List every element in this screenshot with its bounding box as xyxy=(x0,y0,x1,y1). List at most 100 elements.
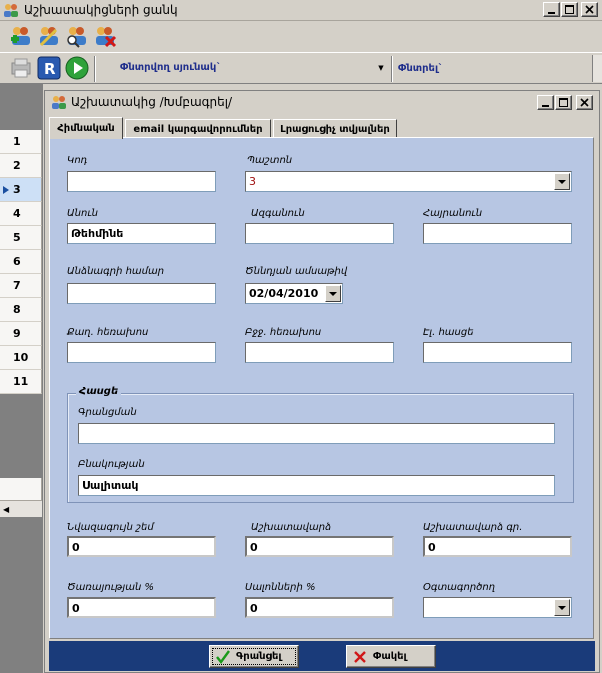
grid-row-number: 11 xyxy=(13,375,29,388)
users-app-icon xyxy=(51,94,67,110)
tab-email-settings[interactable]: email կարգավորումներ xyxy=(125,119,271,138)
grid-row-number: 9 xyxy=(13,327,21,340)
tab-main[interactable]: Հիմնական xyxy=(49,117,123,139)
window-titlebar: Աշխատակիցների ցանկ xyxy=(0,0,602,21)
sales-pct-field[interactable]: 0 xyxy=(245,597,394,618)
service-pct-label: Ծառայության % xyxy=(67,582,154,593)
grid-row-header[interactable]: 5 xyxy=(0,226,42,250)
minimize-icon xyxy=(542,105,549,107)
birth-date-picker[interactable]: 02/04/2010 xyxy=(245,283,343,304)
print-icon[interactable] xyxy=(10,57,32,79)
grid-row-header[interactable]: 1 xyxy=(0,130,42,154)
grid-row-header[interactable]: 6 xyxy=(0,250,42,274)
birth-date-value: 02/04/2010 xyxy=(249,287,319,300)
grid-rows: 1 2 3 4 5 6 7 8 9 10 11 xyxy=(0,130,42,394)
grid-row-number: 10 xyxy=(13,351,29,364)
close-icon xyxy=(580,98,589,107)
grid-row-number: 5 xyxy=(13,231,21,244)
mobile-phone-field[interactable] xyxy=(245,342,394,363)
employee-edit-window: Աշխատակից /Խմբագրել/ Հիմնական email կարգ… xyxy=(44,90,600,673)
close-button-label: Փակել xyxy=(373,651,407,662)
search-column-label: Փնտրվող սյունակ` xyxy=(120,62,222,73)
grid-row-number: 2 xyxy=(13,159,21,172)
child-close-button[interactable] xyxy=(576,95,593,110)
address-group-title: Հասցե xyxy=(76,386,122,397)
code-field[interactable] xyxy=(67,171,216,192)
child-title: Աշխատակից /Խմբագրել/ xyxy=(71,95,233,109)
salary-field[interactable]: 0 xyxy=(245,536,394,557)
salary-gr-field[interactable]: 0 xyxy=(423,536,572,557)
min-salary-field[interactable]: 0 xyxy=(67,536,216,557)
maximize-button[interactable] xyxy=(561,2,578,17)
grid-row-number: 8 xyxy=(13,303,21,316)
residence-address-field[interactable]: Սալիտակ xyxy=(78,475,555,496)
grid-row-header[interactable]: 7 xyxy=(0,274,42,298)
registration-address-field[interactable] xyxy=(78,423,555,444)
edit-user-icon[interactable] xyxy=(36,23,62,49)
chevron-down-icon[interactable] xyxy=(554,173,570,190)
checkmark-icon xyxy=(216,649,230,664)
grid-row-header[interactable]: 9 xyxy=(0,322,42,346)
svg-text:R: R xyxy=(44,60,56,78)
salary-label: Աշխատավարձ xyxy=(251,522,332,533)
maximize-icon xyxy=(565,5,574,14)
home-phone-field[interactable] xyxy=(67,342,216,363)
mobile-phone-label: Բջջ. հեռախոս xyxy=(245,327,322,338)
scroll-left-icon[interactable]: ◀ xyxy=(3,505,9,514)
address-groupbox: Հասցե Գրանցման Բնակության Սալիտակ xyxy=(67,386,574,503)
child-minimize-button[interactable] xyxy=(537,95,554,110)
last-name-field[interactable] xyxy=(245,223,394,244)
search-column-combo[interactable]: Փնտրվող սյունակ` ▼ xyxy=(100,58,389,79)
close-icon xyxy=(585,5,594,14)
salary-gr-label: Աշխատավարձ գր. xyxy=(423,522,523,533)
search-user-icon[interactable] xyxy=(64,23,90,49)
add-user-icon[interactable] xyxy=(8,23,34,49)
middle-name-field[interactable] xyxy=(423,223,572,244)
email-field[interactable] xyxy=(423,342,572,363)
residence-address-label: Բնակության xyxy=(78,459,145,470)
refresh-icon[interactable]: R xyxy=(37,56,61,80)
tab-additional-data[interactable]: Լրացուցիչ տվյալներ xyxy=(273,119,397,138)
last-name-label: Ազգանուն xyxy=(251,208,305,219)
toolbar-scrollbar[interactable] xyxy=(592,55,602,82)
position-select[interactable]: 3 xyxy=(245,171,572,192)
middle-name-label: Հայրանուն xyxy=(423,208,483,219)
grid-row-header[interactable]: 2 xyxy=(0,154,42,178)
save-button-label: Գրանցել xyxy=(236,651,282,662)
min-salary-label: Նվազագույն շեմ xyxy=(67,522,154,533)
save-button[interactable]: Գրանցել xyxy=(209,645,299,668)
form-panel: Կոդ Պաշտոն 3 Անուն Թեհմինե Ազգանուն Հայր… xyxy=(49,137,594,639)
close-button[interactable] xyxy=(581,2,598,17)
passport-label: Անձնագրի համար xyxy=(67,266,165,277)
toolbar-divider xyxy=(391,56,393,82)
grid-row-number: 3 xyxy=(13,183,21,196)
chevron-down-icon[interactable]: ▼ xyxy=(376,62,386,74)
dialog-footer: Գրանցել Փակել xyxy=(49,641,595,671)
sales-pct-label: Սալոնների % xyxy=(245,582,316,593)
close-dialog-button[interactable]: Փակել xyxy=(346,645,436,668)
user-label: Օգտագործող xyxy=(423,582,496,593)
first-name-label: Անուն xyxy=(67,208,99,219)
delete-user-icon[interactable] xyxy=(92,23,118,49)
close-x-icon xyxy=(354,650,366,663)
grid-row-number: 6 xyxy=(13,255,21,268)
horizontal-scrollbar[interactable]: ◀ xyxy=(0,500,42,517)
grid-row-header[interactable]: 3 xyxy=(0,178,42,202)
user-select[interactable] xyxy=(423,597,572,618)
minimize-button[interactable] xyxy=(543,2,560,17)
first-name-field[interactable]: Թեհմինե xyxy=(67,223,216,244)
play-icon[interactable] xyxy=(65,56,89,80)
chevron-down-icon[interactable] xyxy=(325,285,341,302)
maximize-icon xyxy=(559,98,568,107)
grid-row-header[interactable]: 11 xyxy=(0,370,42,394)
chevron-down-icon[interactable] xyxy=(554,599,570,616)
users-app-icon xyxy=(3,2,19,18)
grid-row-number: 1 xyxy=(13,135,21,148)
service-pct-field[interactable]: 0 xyxy=(67,597,216,618)
main-toolbar xyxy=(0,21,602,52)
grid-row-header[interactable]: 4 xyxy=(0,202,42,226)
grid-row-header[interactable]: 10 xyxy=(0,346,42,370)
passport-field[interactable] xyxy=(67,283,216,304)
child-maximize-button[interactable] xyxy=(555,95,572,110)
grid-row-header[interactable]: 8 xyxy=(0,298,42,322)
